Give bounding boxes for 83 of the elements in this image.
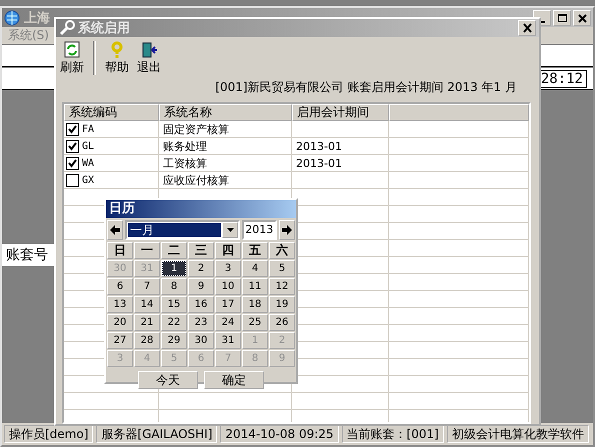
close-icon (522, 23, 532, 33)
left-arrow-icon (108, 224, 121, 236)
ok-button[interactable]: 确定 (204, 371, 264, 389)
wrench-icon (59, 20, 75, 36)
table-cell: 账务处理 (163, 138, 207, 154)
column-header[interactable]: 系统编码 (64, 104, 159, 121)
day-cell[interactable]: 22 (161, 314, 187, 331)
table-cell: 2013-01 (296, 156, 342, 170)
weekday-header: 一 (134, 242, 160, 259)
day-cell[interactable]: 27 (107, 332, 133, 349)
column-header[interactable]: 系统名称 (159, 104, 292, 121)
account-label: 账套号 (5, 246, 48, 264)
toolbar-button[interactable]: 帮助 (103, 41, 131, 76)
window-title: 上海 (24, 10, 51, 26)
day-cell[interactable]: 4 (242, 260, 268, 277)
right-arrow-icon (281, 224, 294, 236)
close-icon (576, 12, 588, 22)
weekday-header: 日 (107, 242, 133, 259)
day-cell[interactable]: 26 (269, 314, 295, 331)
toolbar-button[interactable]: 退出 (135, 41, 163, 76)
door-arrow-icon (140, 41, 158, 59)
table-cell: 工资核算 (163, 156, 207, 170)
weekday-header: 六 (269, 242, 295, 259)
dialog-title: 系统启用 (78, 20, 131, 37)
next-button[interactable] (279, 220, 296, 240)
close-button[interactable] (518, 20, 536, 36)
toolbar-button[interactable]: 刷新 (58, 41, 86, 76)
refresh-icon (63, 41, 81, 59)
calendar-title: 日历 (106, 200, 296, 218)
day-cell[interactable]: 8 (161, 278, 187, 295)
previous-button[interactable] (107, 220, 123, 240)
day-cell[interactable]: 13 (107, 296, 133, 313)
day-cell[interactable]: 15 (161, 296, 187, 313)
table-cell: 固定资产核算 (163, 122, 229, 136)
checkbox[interactable] (66, 140, 79, 152)
day-cell[interactable]: 9 (188, 278, 214, 295)
day-cell[interactable]: 16 (188, 296, 214, 313)
day-cell[interactable]: 21 (134, 314, 160, 331)
maximize-button[interactable] (553, 10, 571, 26)
day-cell[interactable]: 20 (107, 314, 133, 331)
dropdown-arrow-icon (226, 228, 234, 232)
day-cell[interactable]: 11 (242, 278, 268, 295)
table-cell: FA (82, 124, 94, 134)
checkbox[interactable] (66, 174, 79, 186)
day-cell[interactable]: 18 (242, 296, 268, 313)
table-cell: GL (82, 140, 94, 152)
account-info-text: [001]新民贸易有限公司 账套启用会计期间 2013 年1 月 (214, 79, 518, 96)
day-cell[interactable]: 19 (269, 296, 295, 313)
table-cell: 2013-01 (296, 140, 342, 152)
month-dropdown[interactable]: 一月 (124, 220, 240, 240)
day-cell[interactable]: 7 (134, 278, 160, 295)
table-cell: GX (82, 174, 94, 186)
day-cell[interactable]: 31 (215, 332, 241, 349)
weekday-header: 二 (161, 242, 187, 259)
weekday-header: 四 (215, 242, 241, 259)
day-cell[interactable]: 25 (242, 314, 268, 331)
day-cell[interactable]: 29 (161, 332, 187, 349)
day-cell[interactable]: 3 (215, 260, 241, 277)
weekday-header: 五 (242, 242, 268, 259)
column-header[interactable]: 启用会计期间 (292, 104, 389, 121)
close-button[interactable] (573, 10, 591, 26)
weekday-header: 三 (188, 242, 214, 259)
day-cell[interactable]: 28 (134, 332, 160, 349)
checkbox[interactable] (66, 156, 79, 170)
day-cell[interactable]: 23 (188, 314, 214, 331)
day-cell[interactable]: 24 (215, 314, 241, 331)
checkbox[interactable] (66, 122, 79, 136)
globe-icon (4, 10, 20, 26)
month-value: 一月 (128, 223, 222, 237)
today-button[interactable]: 今天 (138, 371, 198, 389)
day-cell[interactable]: 17 (215, 296, 241, 313)
day-cell[interactable]: 5 (269, 260, 295, 277)
year-field[interactable]: 2013 (242, 220, 278, 240)
table-cell: WA (82, 158, 94, 168)
maximize-icon (556, 12, 568, 22)
day-cell[interactable]: 1 (161, 260, 187, 277)
day-cell[interactable]: 14 (134, 296, 160, 313)
day-cell[interactable]: 6 (107, 278, 133, 295)
day-cell[interactable]: 12 (269, 278, 295, 295)
table-cell: 应收应付核算 (163, 172, 229, 188)
day-cell[interactable]: 10 (215, 278, 241, 295)
day-cell[interactable]: 30 (188, 332, 214, 349)
day-cell[interactable]: 2 (188, 260, 214, 277)
